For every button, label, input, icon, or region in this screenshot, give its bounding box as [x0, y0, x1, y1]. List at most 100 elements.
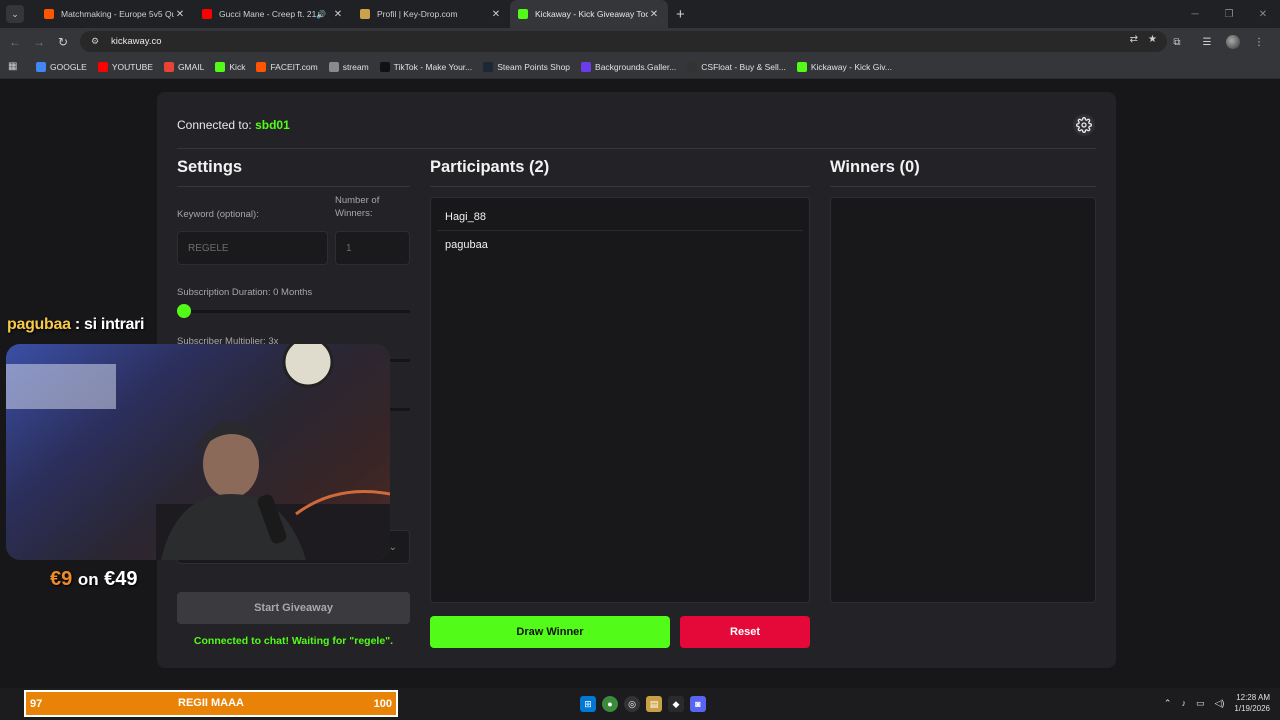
connection-info: Connected to: sbd01 [177, 118, 290, 132]
minimize-icon[interactable]: ─ [1178, 0, 1212, 28]
reset-button[interactable]: Reset [680, 616, 810, 648]
obs-icon[interactable]: ◎ [624, 696, 640, 712]
bookmark-favicon-icon [215, 61, 226, 72]
tab-search-button[interactable]: ⌄ [6, 5, 24, 23]
bookmark-label: Kick [229, 61, 246, 72]
bookmark-favicon-icon [483, 61, 494, 72]
winners-count-input[interactable]: 1 [335, 231, 410, 265]
bookmark-favicon-icon [379, 61, 390, 72]
bookmark-label: GMAIL [177, 61, 205, 72]
bookmark-item[interactable]: Backgrounds.Galler... [581, 61, 677, 72]
bookmark-favicon-icon [256, 61, 267, 72]
bookmark-item[interactable]: CSFloat - Buy & Sell... [687, 61, 786, 72]
chrome-icon[interactable]: ● [602, 696, 618, 712]
draw-winner-button[interactable]: Draw Winner [430, 616, 670, 648]
bookmark-favicon-icon [687, 61, 698, 72]
bookmark-label: YOUTUBE [111, 61, 153, 72]
bookmark-item[interactable]: GMAIL [163, 61, 205, 72]
bookmark-label: GOOGLE [50, 61, 87, 72]
participants-list: Hagi_88 pagubaa [430, 197, 810, 603]
tab-title: Kickaway - Kick Giveaway Tool [535, 9, 648, 19]
profile-avatar[interactable] [1226, 35, 1240, 49]
tab-title: Matchmaking - Europe 5v5 Que [61, 9, 174, 19]
translate-icon[interactable]: ⇄ [1130, 34, 1138, 45]
browser-tab[interactable]: Profil | Key-Drop.com ✕ [352, 0, 510, 28]
bookmark-star-icon[interactable]: ★ [1148, 34, 1157, 45]
chat-username: pagubaa [7, 316, 71, 333]
media-controls-icon[interactable]: ☰ [1196, 31, 1218, 53]
participant-row: pagubaa [445, 238, 488, 251]
browser-menu-icon[interactable]: ⋮ [1248, 31, 1270, 53]
tab-favicon-icon [518, 9, 528, 19]
subscription-duration-thumb[interactable] [177, 304, 191, 318]
keyword-input[interactable]: REGELE [177, 231, 328, 265]
tab-close-icon[interactable]: ✕ [490, 9, 502, 20]
tray-expand-icon[interactable]: ⌃ [1164, 698, 1172, 709]
tab-close-icon[interactable]: ✕ [332, 9, 344, 20]
tab-favicon-icon [44, 9, 54, 19]
price-sale: €9 [50, 568, 73, 590]
winners-title: Winners (0) [830, 158, 920, 176]
discord-icon[interactable]: ◙ [690, 696, 706, 712]
game-launcher-icon[interactable]: ◆ [668, 696, 684, 712]
bookmark-item[interactable]: GOOGLE [36, 61, 87, 72]
webcam-overlay [6, 344, 390, 560]
apps-grid-icon[interactable]: ▦ [8, 61, 22, 72]
address-input[interactable]: ⚙ kickaway.co ⇄ ★ [80, 31, 1167, 52]
subscription-duration-slider[interactable] [177, 310, 410, 313]
bookmark-item[interactable]: Steam Points Shop [483, 61, 570, 72]
forward-icon[interactable]: → [27, 30, 51, 54]
chat-overlay: pagubaa : si intrari [7, 316, 144, 334]
url-text: kickaway.co [111, 36, 162, 47]
settings-divider [177, 186, 410, 187]
system-clock[interactable]: 12:28 AM 1/19/2026 [1234, 692, 1270, 714]
start-giveaway-button[interactable]: Start Giveaway [177, 592, 410, 624]
webcam-scene [6, 344, 390, 560]
close-window-icon[interactable]: ✕ [1246, 0, 1280, 28]
bookmark-label: stream [342, 61, 369, 72]
back-icon[interactable]: ← [3, 30, 27, 54]
bookmark-favicon-icon [163, 61, 174, 72]
bookmark-item[interactable]: YOUTUBE [97, 61, 153, 72]
maximize-icon[interactable]: ❐ [1212, 0, 1246, 28]
header-divider [177, 148, 1096, 149]
extensions-icon[interactable]: ⧉ [1166, 31, 1188, 53]
bookmark-label: Kickaway - Kick Giv... [810, 61, 892, 72]
participants-title: Participants (2) [430, 158, 550, 176]
network-icon[interactable]: ▭ [1196, 698, 1205, 709]
status-message: Connected to chat! Waiting for "regele". [193, 635, 394, 647]
file-explorer-icon[interactable]: ▤ [646, 696, 662, 712]
microphone-icon[interactable]: ♪ [1181, 698, 1186, 708]
keyword-label: Keyword (optional): [177, 209, 259, 220]
tab-title: Gucci Mane - Creep ft. 21 S [219, 9, 317, 19]
tab-close-icon[interactable]: ✕ [174, 9, 186, 20]
bookmark-favicon-icon [796, 61, 807, 72]
bookmark-item[interactable]: Kickaway - Kick Giv... [796, 61, 892, 72]
bookmark-label: FACEIT.com [270, 61, 318, 72]
browser-tab[interactable]: Matchmaking - Europe 5v5 Que ✕ [36, 0, 194, 28]
tab-close-icon[interactable]: ✕ [648, 9, 660, 20]
bookmark-label: Backgrounds.Galler... [595, 61, 677, 72]
bookmark-favicon-icon [328, 61, 339, 72]
price-mid: on [77, 570, 99, 589]
subscription-duration-label: Subscription Duration: 0 Months [177, 287, 313, 298]
bookmark-item[interactable]: FACEIT.com [256, 61, 318, 72]
bookmark-item[interactable]: stream [328, 61, 369, 72]
site-info-icon[interactable]: ⚙ [88, 35, 102, 49]
clock-time: 12:28 AM [1236, 693, 1270, 702]
bookmark-label: CSFloat - Buy & Sell... [701, 61, 786, 72]
volume-icon[interactable]: ◁) [1214, 698, 1224, 709]
bookmark-item[interactable]: TikTok - Make Your... [379, 61, 472, 72]
browser-tab[interactable]: Gucci Mane - Creep ft. 21 S 🔊 ✕ [194, 0, 352, 28]
start-menu-icon[interactable]: ⊞ [580, 696, 596, 712]
new-tab-button[interactable]: + [676, 6, 685, 23]
goal-progress-bar: 97 REGII MAAA 100 [24, 690, 398, 717]
reload-icon[interactable]: ↻ [51, 30, 75, 54]
browser-tab[interactable]: Kickaway - Kick Giveaway Tool ✕ [510, 0, 668, 28]
address-bar-row: ← → ↻ ⚙ kickaway.co ⇄ ★ ⧉ ☰ ⋮ [0, 28, 1280, 55]
price-original: €49 [104, 568, 138, 590]
tab-audio-icon[interactable]: 🔊 [316, 10, 326, 19]
tab-favicon-icon [360, 9, 370, 19]
bookmark-item[interactable]: Kick [215, 61, 246, 72]
settings-gear-icon[interactable] [1073, 114, 1095, 136]
